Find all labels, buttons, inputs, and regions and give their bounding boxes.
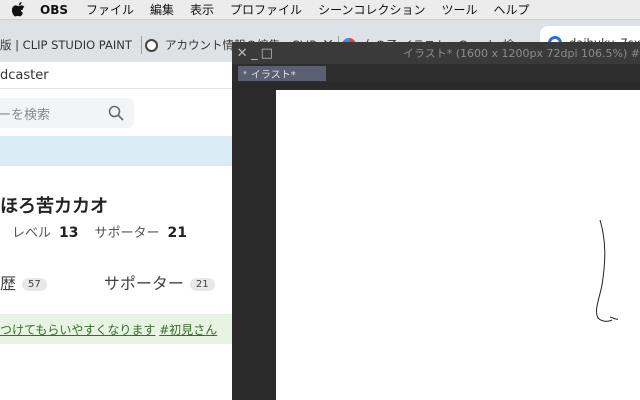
tab-dot-icon: • [242, 68, 248, 79]
profile-stats: レベル 13 サポーター 21 [12, 222, 203, 241]
menu-edit[interactable]: 編集 [142, 1, 182, 18]
search-placeholder: ーを検索 [0, 107, 51, 123]
web-page: dcaster ーを検索 ほろ苦カカオ レベル 13 サポーター 21 歴 57 サポー… [0, 62, 232, 400]
clip-studio-favicon-icon [145, 38, 158, 52]
app-menu-obs[interactable]: OBS [36, 3, 78, 17]
close-icon[interactable]: ✕ [236, 46, 248, 61]
search-input[interactable]: ーを検索 [0, 98, 134, 128]
count-badge: 21 [189, 278, 215, 291]
minimize-icon[interactable]: _ [248, 46, 260, 61]
menu-scene-collection[interactable]: シーンコレクション [310, 1, 433, 18]
menu-profile[interactable]: プロファイル [222, 1, 310, 18]
menu-help[interactable]: ヘルプ [485, 1, 537, 18]
canvas-tab-label: イラスト* [250, 70, 296, 81]
tab-label: サポーター [103, 274, 184, 293]
profile-name: ほろ苦カカオ [0, 196, 108, 217]
tab-label: 歴 [0, 274, 17, 293]
tag-notice: つけてもらいやすくなります #初見さん [0, 314, 232, 344]
tab-label: 版 | CLIP STUDIO PAINT [0, 38, 132, 52]
info-banner [0, 136, 232, 166]
menu-tools[interactable]: ツール [433, 1, 485, 18]
tab-supporters[interactable]: サポーター 21 [104, 274, 215, 293]
canvas-tab[interactable]: • イラスト* [238, 66, 326, 81]
canvas-tab-bar: • イラスト* [232, 64, 640, 82]
sketch-stroke [596, 219, 619, 322]
menu-file[interactable]: ファイル [78, 1, 142, 18]
tab-history[interactable]: 歴 57 [0, 274, 47, 293]
count-badge: 57 [22, 278, 47, 291]
menu-bar: OBS ファイル 編集 表示 プロファイル シーンコレクション ツール ヘルプ [0, 0, 640, 20]
drawing-canvas[interactable] [276, 90, 640, 400]
window-title: イラスト* (1600 x 1200px 72dpi 106.5%) # [402, 47, 640, 60]
site-name: dcaster [0, 67, 49, 83]
supporter-label: サポーター [94, 226, 160, 241]
supporter-value: 21 [167, 225, 187, 241]
close-icon[interactable]: ✕ [138, 37, 140, 53]
page-header-url: dcaster [0, 62, 232, 89]
apple-icon[interactable] [0, 2, 36, 17]
notice-tag-link[interactable]: #初見さん [159, 321, 217, 338]
maximize-icon[interactable]: □ [261, 46, 273, 61]
menu-view[interactable]: 表示 [182, 1, 222, 18]
search-icon[interactable] [108, 105, 124, 125]
notice-text[interactable]: つけてもらいやすくなります [0, 321, 155, 338]
csp-window-titlebar: ✕ _ □ イラスト* (1600 x 1200px 72dpi 106.5%)… [232, 42, 640, 64]
tab-divider [141, 36, 142, 54]
browser-tab[interactable]: 版 | CLIP STUDIO PAINT ✕ [0, 30, 140, 60]
level-value: 13 [59, 225, 79, 241]
level-label: レベル [12, 226, 52, 241]
profile-tabs: 歴 57 サポーター 21 [0, 270, 215, 294]
